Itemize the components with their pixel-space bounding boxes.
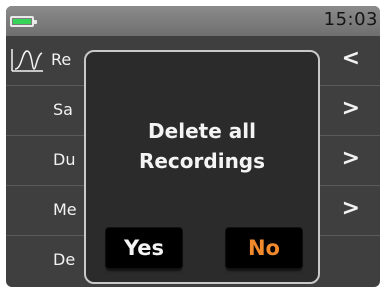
no-button[interactable]: No (226, 228, 302, 268)
battery-icon (10, 16, 37, 27)
chevron-right-icon: > (341, 196, 360, 221)
battery-level (13, 19, 31, 24)
dialog-message: Delete all Recordings (86, 116, 318, 176)
menu-item-label: Sa (53, 100, 73, 119)
menu-header-label: Re (51, 50, 72, 69)
status-bar: 15:03 (6, 6, 380, 36)
menu-item-label: Du (53, 150, 76, 169)
dialog-message-line1: Delete all (148, 119, 256, 143)
battery-terminal (34, 20, 37, 24)
waveform-icon (11, 49, 43, 72)
chevron-right-icon: > (341, 96, 360, 121)
back-chevron-icon[interactable]: < (342, 46, 360, 71)
dialog-message-line2: Recordings (138, 149, 266, 173)
status-time: 15:03 (323, 9, 378, 30)
menu-item-label: Me (53, 200, 77, 219)
menu-item-label: De (53, 250, 76, 269)
delete-confirm-dialog: Delete all Recordings Yes No (84, 50, 320, 284)
chevron-right-icon: > (341, 146, 360, 171)
device-screen: 15:03 Re < Sa > Du > Me > De Delete all … (6, 6, 380, 287)
yes-button[interactable]: Yes (106, 228, 182, 268)
